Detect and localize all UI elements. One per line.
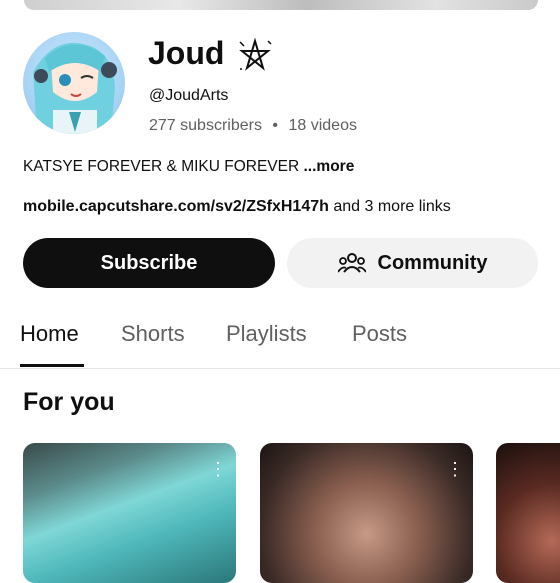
channel-stats: 277 subscribers • 18 videos xyxy=(149,117,357,135)
channel-avatar[interactable] xyxy=(23,32,125,134)
channel-tabs: Home Shorts Playlists Posts xyxy=(0,310,560,369)
video-card[interactable] xyxy=(496,443,560,583)
subscribe-label: Subscribe xyxy=(100,251,198,274)
people-icon xyxy=(337,253,366,273)
tab-home[interactable]: Home xyxy=(20,321,79,347)
channel-name: Joud xyxy=(148,35,225,71)
video-card[interactable]: ⋮ xyxy=(23,443,236,583)
tab-playlists[interactable]: Playlists xyxy=(226,321,307,347)
stats-separator: • xyxy=(272,117,279,134)
subscribe-button[interactable]: Subscribe xyxy=(23,238,275,288)
video-card[interactable]: ⋮ xyxy=(260,443,473,583)
channel-link-url[interactable]: mobile.capcutshare.com/sv2/ZSfxH147h xyxy=(23,198,329,215)
avatar-image xyxy=(33,42,117,134)
pentagram-icon xyxy=(239,38,272,71)
description-more-link[interactable]: ...more xyxy=(304,158,355,175)
more-links-text[interactable]: and 3 more links xyxy=(333,198,450,215)
channel-links[interactable]: mobile.capcutshare.com/sv2/ZSfxH147h and… xyxy=(23,198,451,216)
video-count: 18 videos xyxy=(288,117,357,134)
for-you-heading: For you xyxy=(23,388,115,416)
channel-banner xyxy=(24,0,538,10)
community-label: Community xyxy=(377,251,488,274)
kebab-menu-icon[interactable]: ⋮ xyxy=(446,459,464,479)
subscriber-count: 277 subscribers xyxy=(149,117,262,134)
active-tab-indicator xyxy=(20,364,84,367)
kebab-menu-icon[interactable]: ⋮ xyxy=(209,459,227,479)
channel-handle: @JoudArts xyxy=(149,87,229,104)
community-button[interactable]: Community xyxy=(287,238,538,288)
description-text: KATSYE FOREVER & MIKU FOREVER xyxy=(23,158,300,175)
tab-shorts[interactable]: Shorts xyxy=(121,321,185,347)
channel-description[interactable]: KATSYE FOREVER & MIKU FOREVER ...more xyxy=(23,158,354,176)
tab-posts[interactable]: Posts xyxy=(352,321,407,347)
